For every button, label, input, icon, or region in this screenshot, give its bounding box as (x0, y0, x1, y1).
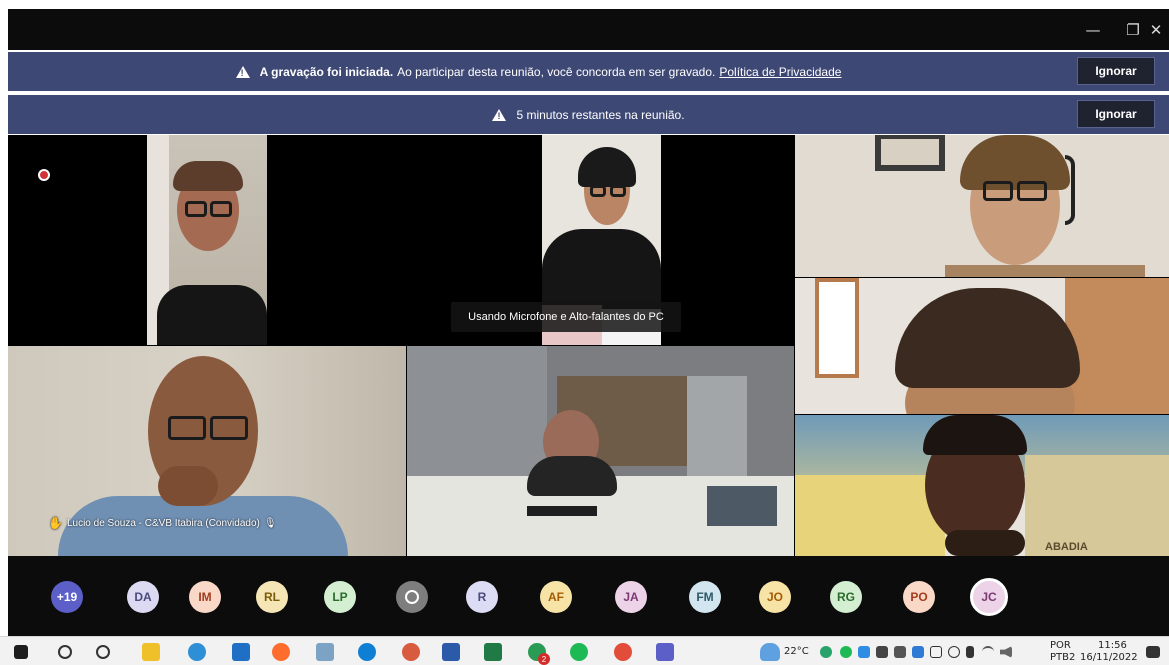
participant-avatar[interactable]: JC (970, 578, 1008, 616)
video-stage: ABADIA ✋ Lucio de Souza - C&VB Itabira (… (8, 135, 1169, 556)
cortana-icon[interactable] (96, 645, 110, 659)
volume-icon[interactable] (1000, 646, 1012, 658)
minimize-button[interactable]: — (1073, 9, 1113, 50)
wifi-icon[interactable] (982, 646, 994, 658)
windows-taskbar: 2 22°C POR PTB2 11:56 16/11/2022 (0, 636, 1169, 665)
microphone-icon[interactable] (966, 646, 974, 658)
tray-icon-2[interactable] (876, 646, 888, 658)
dismiss-time-button[interactable]: Ignorar (1077, 100, 1155, 128)
network-icon[interactable] (948, 646, 960, 658)
avatar-initials: +19 (56, 590, 78, 604)
dismiss-recording-button[interactable]: Ignorar (1077, 57, 1155, 85)
avatar-initials: RG (837, 590, 855, 604)
excel-icon[interactable] (484, 643, 502, 661)
recording-indicator-icon (38, 169, 50, 181)
internet-explorer-icon[interactable] (188, 643, 206, 661)
recording-consent-text: Ao participar desta reunião, você concor… (397, 64, 716, 79)
participant-avatar[interactable]: RL (256, 581, 288, 613)
chrome-profile-icon[interactable] (614, 643, 632, 661)
avatar-initials: RL (264, 590, 280, 604)
file-explorer-icon[interactable] (142, 643, 160, 661)
avatar-initials: JO (766, 590, 783, 604)
participant-video-4[interactable] (795, 278, 1169, 414)
time-remaining-banner: 5 minutos restantes na reunião. Ignorar (8, 95, 1169, 134)
participant-avatar[interactable]: DA (127, 581, 159, 613)
word-icon[interactable] (442, 643, 460, 661)
firefox-icon[interactable] (272, 643, 290, 661)
tray-icon-4[interactable] (912, 646, 924, 658)
avatar-initials: AF (548, 590, 564, 604)
avatar-initials: R (477, 590, 487, 604)
whatsapp-icon[interactable]: 2 (528, 643, 550, 665)
participant-avatar[interactable]: FM (689, 581, 721, 613)
edge-icon[interactable] (358, 643, 376, 661)
participant-avatar[interactable]: JA (615, 581, 647, 613)
participant-roster: +19 DA IM RL LP R AF JA FM JO RG PO JC (8, 556, 1169, 636)
notifications-icon[interactable] (1146, 646, 1160, 658)
weather-icon[interactable] (760, 643, 780, 661)
participant-video-1[interactable] (147, 135, 267, 345)
participant-avatar[interactable]: +19 (51, 581, 83, 613)
participant-video-7[interactable] (407, 346, 794, 556)
window-titlebar: — ❐ ✕ (8, 9, 1169, 50)
participant-avatar[interactable]: LP (324, 581, 356, 613)
tray-icon-1[interactable] (820, 646, 832, 658)
avatar-initials: IM (198, 590, 212, 604)
time-remaining-text: 5 minutos restantes na reunião. (516, 107, 685, 122)
tray-spotify-icon[interactable] (840, 646, 852, 658)
mail-icon[interactable] (232, 643, 250, 661)
participant-avatar[interactable]: JO (759, 581, 791, 613)
mic-muted-icon: 🎙 (263, 517, 277, 529)
abadia-sign-text: ABADIA (1045, 541, 1088, 553)
participant-avatar-anonymous[interactable] (396, 581, 428, 613)
warning-icon (235, 65, 250, 78)
recording-banner: A gravação foi iniciada. Ao participar d… (8, 52, 1169, 91)
participant-avatar[interactable]: PO (903, 581, 935, 613)
participant-video-5[interactable]: ABADIA (795, 415, 1169, 556)
avatar-initials: JC (981, 590, 997, 604)
spotify-icon[interactable] (570, 643, 588, 661)
chrome-icon[interactable] (402, 643, 420, 661)
person-icon (405, 590, 419, 604)
speaker-name: Lucio de Souza - C&VB Itabira (Convidado… (66, 517, 260, 529)
windows-start-icon[interactable] (14, 645, 28, 659)
avatar-initials: LP (332, 590, 348, 604)
audio-device-tooltip: Usando Microfone e Alto-falantes do PC (451, 302, 681, 332)
keyboard-layout[interactable]: PTB2 (1050, 652, 1075, 663)
avatar-initials: DA (134, 590, 152, 604)
avatar-initials: PO (910, 590, 928, 604)
avatar-initials: FM (696, 590, 714, 604)
notification-badge: 2 (538, 653, 550, 665)
tray-icon-3[interactable] (894, 646, 906, 658)
search-icon[interactable] (58, 645, 72, 659)
language-indicator[interactable]: POR (1050, 640, 1071, 651)
participant-avatar[interactable]: IM (189, 581, 221, 613)
participant-avatar[interactable]: AF (540, 581, 572, 613)
avatar-initials: JA (623, 590, 639, 604)
battery-icon[interactable] (930, 646, 942, 658)
participant-avatar[interactable]: RG (830, 581, 862, 613)
raised-hand-icon: ✋ (48, 516, 63, 530)
clock-time[interactable]: 11:56 (1098, 640, 1127, 651)
paint-icon[interactable] (316, 643, 334, 661)
participant-video-3[interactable] (795, 135, 1169, 277)
warning-icon (492, 108, 507, 121)
clock-date[interactable]: 16/11/2022 (1080, 652, 1138, 663)
participant-video-6[interactable]: ✋ Lucio de Souza - C&VB Itabira (Convida… (8, 346, 406, 556)
teams-icon[interactable] (656, 643, 674, 661)
privacy-policy-link[interactable]: Política de Privacidade (719, 65, 841, 79)
tray-drive-icon[interactable] (858, 646, 870, 658)
participant-avatar[interactable]: R (466, 581, 498, 613)
weather-temperature[interactable]: 22°C (784, 646, 809, 657)
recording-started-text: A gravação foi iniciada. (259, 64, 394, 79)
speaker-name-tag: ✋ Lucio de Souza - C&VB Itabira (Convida… (48, 516, 277, 530)
close-button[interactable]: ✕ (1143, 9, 1169, 50)
